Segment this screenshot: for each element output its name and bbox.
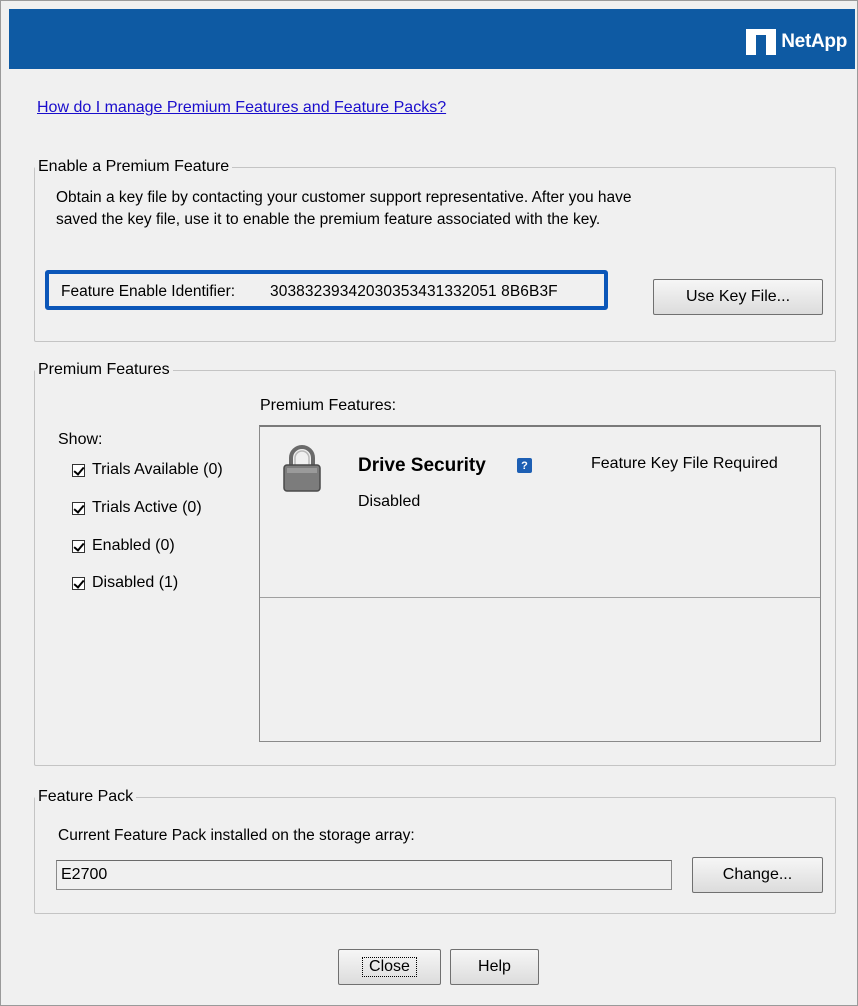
filter-label: Trials Available (0) <box>92 461 223 478</box>
filter-trials-available[interactable]: Trials Available (0) <box>72 461 223 479</box>
feature-item-drive-security[interactable]: Drive Security ? Feature Key File Requir… <box>260 427 820 598</box>
feature-pack-field[interactable] <box>56 860 672 890</box>
show-label: Show: <box>58 431 103 448</box>
feature-enable-identifier-value[interactable]: 30383239342030353431332051 8B6B3F <box>270 283 558 301</box>
filter-enabled[interactable]: Enabled (0) <box>72 537 175 555</box>
premium-features-list[interactable]: Drive Security ? Feature Key File Requir… <box>259 425 821 742</box>
netapp-logo-icon <box>746 29 777 55</box>
feature-status: Disabled <box>358 493 421 510</box>
checkbox-checked-icon[interactable] <box>72 539 85 553</box>
feature-pack-legend: Feature Pack <box>38 788 134 805</box>
help-button[interactable]: Help <box>450 949 539 985</box>
brand-name: NetApp <box>781 31 847 52</box>
filter-disabled[interactable]: Disabled (1) <box>72 574 178 592</box>
enable-section-legend: Enable a Premium Feature <box>38 158 230 175</box>
close-button-label: Close <box>362 957 417 977</box>
feature-name: Drive Security <box>358 455 486 476</box>
filter-label: Enabled (0) <box>92 537 175 554</box>
feature-pack-label: Current Feature Pack installed on the st… <box>58 827 415 844</box>
filter-label: Trials Active (0) <box>92 499 202 516</box>
netapp-logo: NetApp <box>746 29 847 55</box>
feature-pack-group: Feature Pack <box>34 788 836 914</box>
header-banner: NetApp <box>9 9 855 69</box>
close-button[interactable]: Close <box>338 949 441 985</box>
premium-features-list-title: Premium Features: <box>260 397 397 414</box>
filter-label: Disabled (1) <box>92 574 179 591</box>
enable-description: Obtain a key file by contacting your cus… <box>56 189 632 228</box>
feature-enable-identifier-box: Feature Enable Identifier: 3038323934203… <box>45 270 608 310</box>
question-icon[interactable]: ? <box>517 458 532 473</box>
checkbox-checked-icon[interactable] <box>72 501 85 515</box>
feature-enable-identifier-label: Feature Enable Identifier: <box>61 283 236 300</box>
filter-trials-active[interactable]: Trials Active (0) <box>72 499 202 517</box>
checkbox-checked-icon[interactable] <box>72 576 85 590</box>
change-feature-pack-button[interactable]: Change... <box>692 857 823 893</box>
premium-features-dialog: NetApp How do I manage Premium Features … <box>0 0 858 1006</box>
lock-icon <box>283 445 321 492</box>
manage-features-help-link[interactable]: How do I manage Premium Features and Fea… <box>37 99 446 117</box>
premium-section-legend: Premium Features <box>38 361 170 378</box>
checkbox-checked-icon[interactable] <box>72 463 85 477</box>
use-key-file-button[interactable]: Use Key File... <box>653 279 823 315</box>
feature-requirement: Feature Key File Required <box>591 455 778 472</box>
